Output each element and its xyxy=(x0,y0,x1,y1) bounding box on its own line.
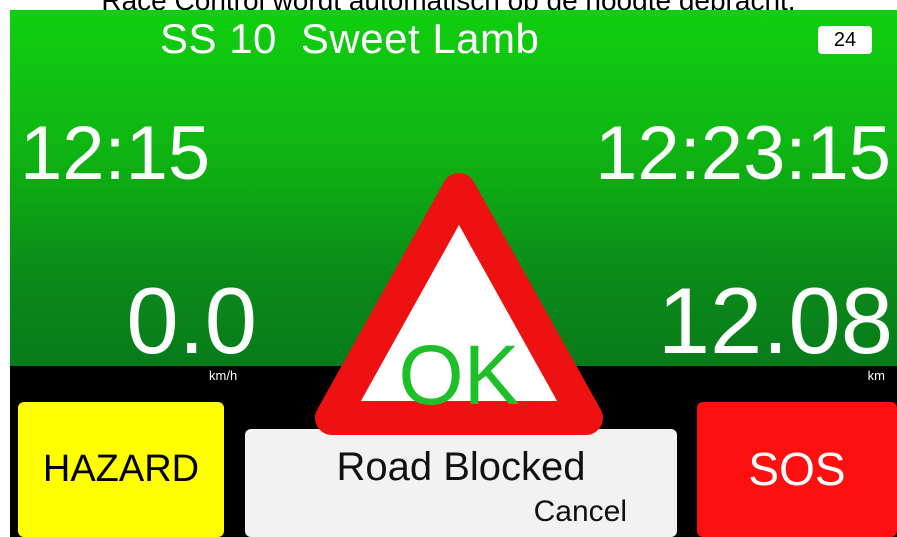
rally-screen: SS 10 Sweet Lamb 24 12:15 12:23:15 0.0 12… xyxy=(10,10,897,537)
warning-triangle-icon[interactable]: OK xyxy=(10,10,897,537)
ok-text: OK xyxy=(398,328,519,422)
